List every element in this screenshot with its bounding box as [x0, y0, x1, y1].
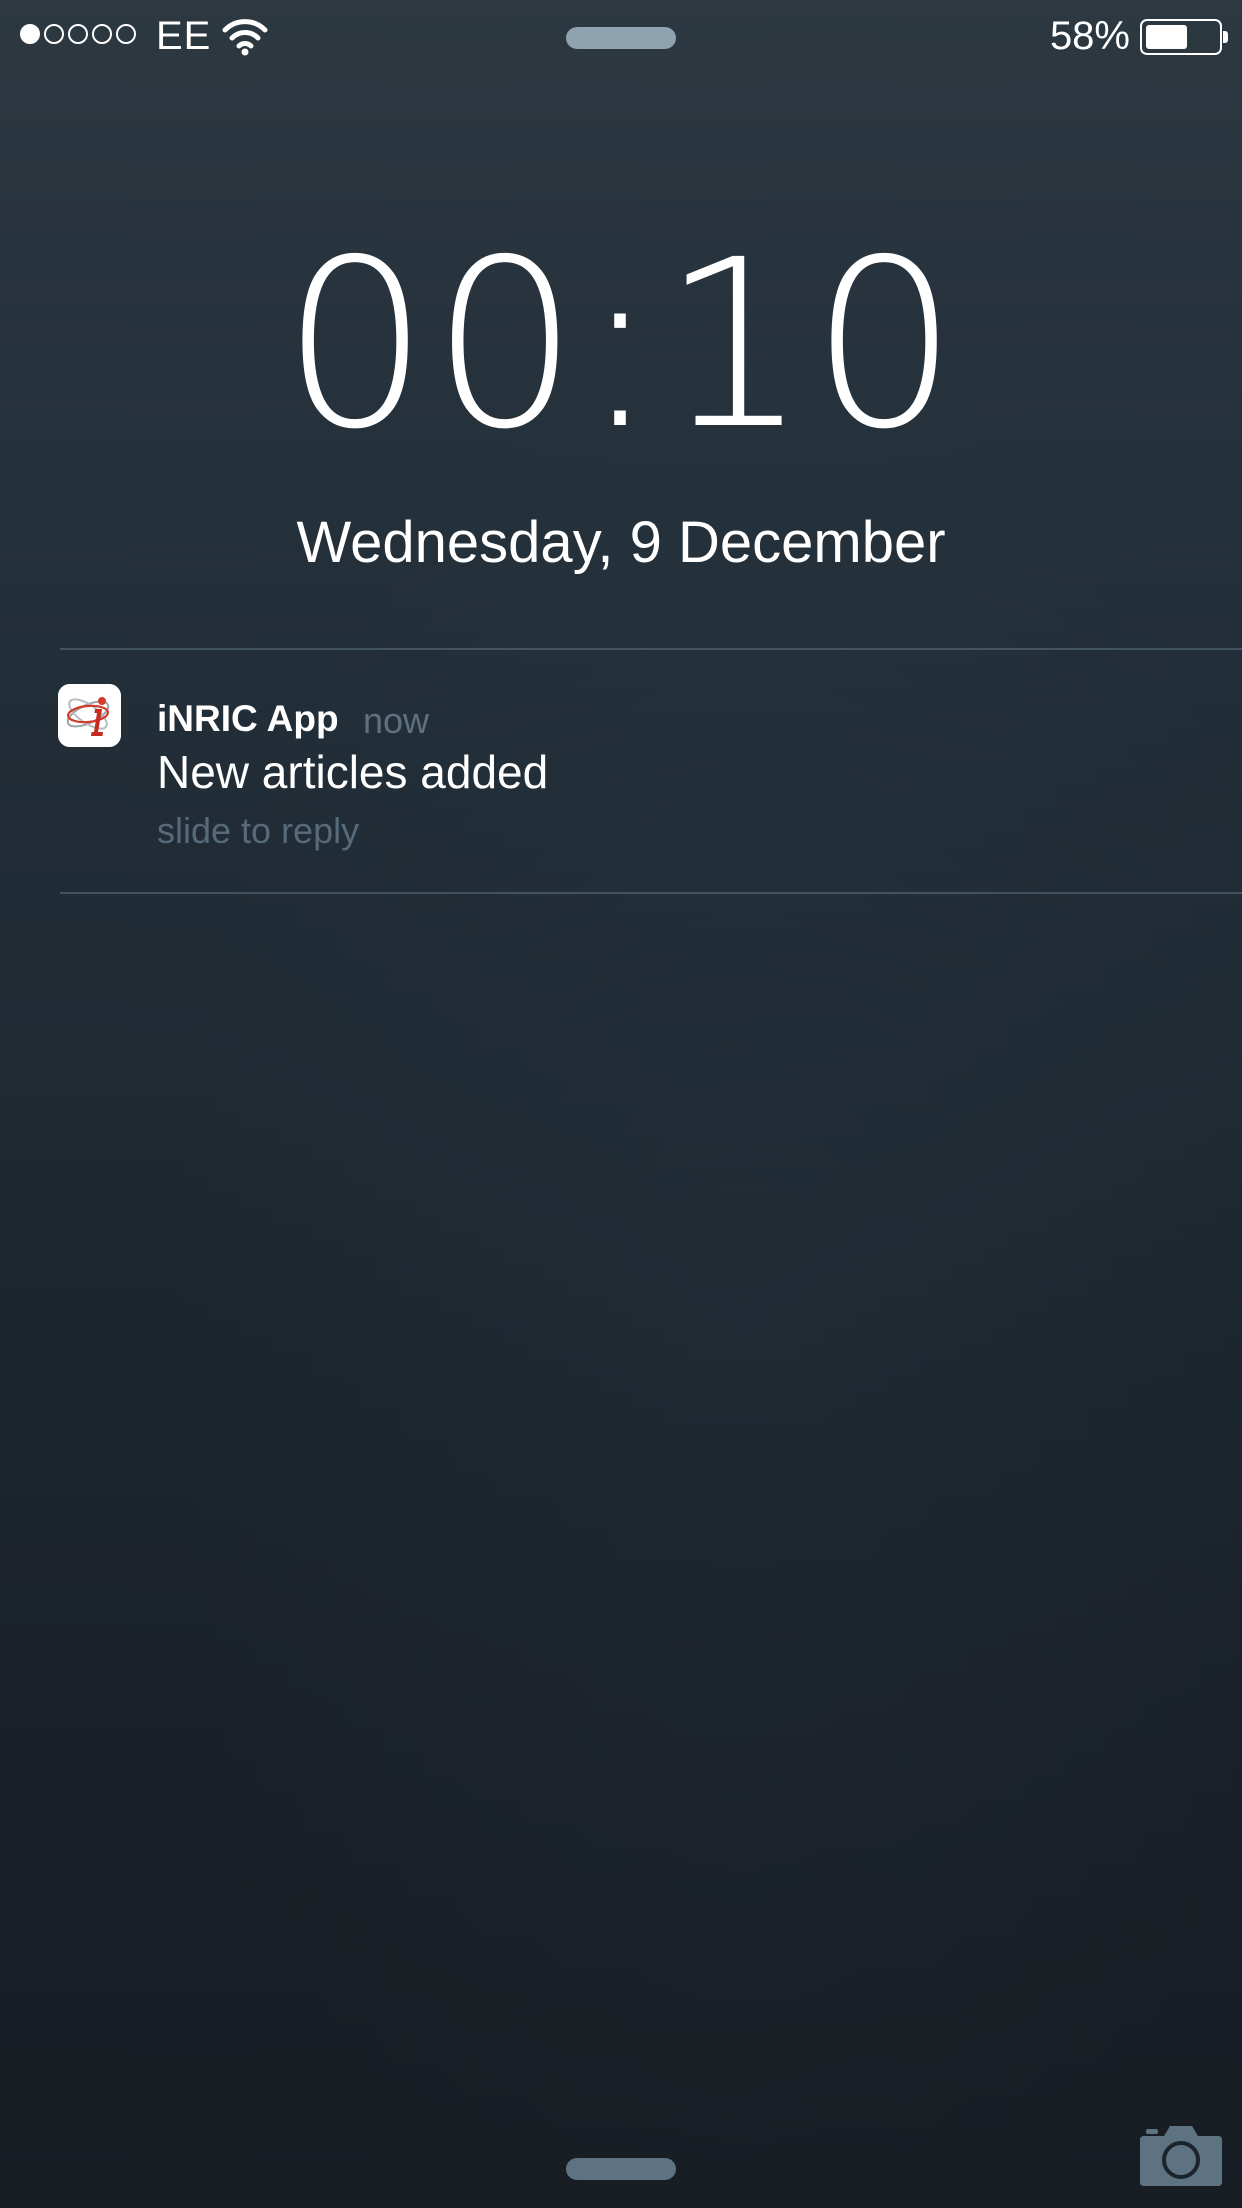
lock-screen-date: Wednesday, 9 December: [296, 510, 946, 575]
battery-percentage: 58%: [1049, 14, 1130, 58]
signal-strength-indicator: [20, 24, 136, 44]
battery-terminal: [1223, 31, 1228, 43]
notification-timestamp: now: [363, 700, 430, 741]
signal-dot: [68, 24, 88, 44]
signal-dot: [116, 24, 136, 44]
slide-to-reply-hint: slide to reply: [157, 810, 360, 851]
battery-icon: [1140, 19, 1228, 55]
divider: [60, 892, 1242, 894]
signal-dot: [44, 24, 64, 44]
control-center-grabber[interactable]: [566, 2158, 676, 2180]
inric-app-icon: [58, 684, 121, 747]
notification-app-name: iNRIC App: [157, 698, 339, 739]
wifi-icon: [222, 19, 268, 56]
status-bar: EE 58%: [0, 0, 1242, 72]
notification-center-grabber[interactable]: [566, 27, 676, 49]
signal-dot: [20, 24, 40, 44]
lock-screen-time: 00:10: [281, 210, 961, 480]
battery-level-fill: [1146, 25, 1187, 49]
signal-dot: [92, 24, 112, 44]
camera-icon[interactable]: [1138, 2120, 1224, 2188]
carrier-name: EE: [156, 14, 212, 58]
notification-message: New articles added: [157, 746, 549, 798]
notification-card[interactable]: iNRIC App now New articles added slide t…: [0, 650, 1242, 892]
